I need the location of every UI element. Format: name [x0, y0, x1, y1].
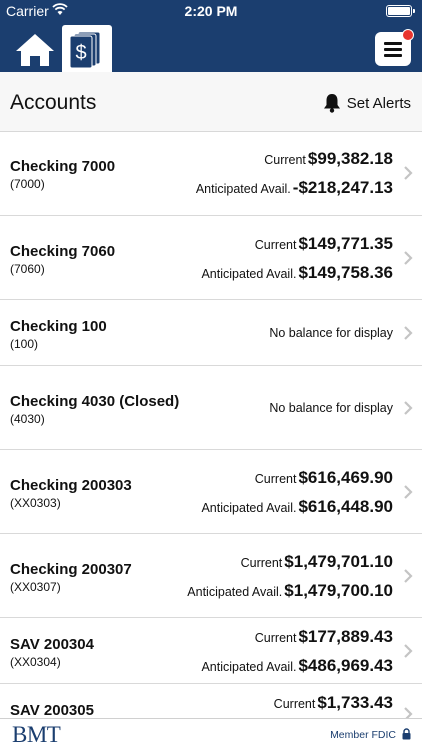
current-amount: $149,771.35	[298, 234, 393, 253]
anticipated-label: Anticipated Avail.	[201, 660, 297, 674]
chevron-right-icon	[404, 326, 413, 340]
account-name: SAV 200304	[10, 636, 94, 653]
anticipated-amount: $486,969.43	[298, 656, 393, 675]
current-amount: $1,733.43	[317, 693, 393, 712]
lock-icon	[402, 728, 411, 740]
chevron-right-icon	[404, 401, 413, 415]
anticipated-label: Anticipated Avail.	[187, 585, 283, 599]
anticipated-amount: $1,479,700.10	[284, 581, 393, 600]
anticipated-label: Anticipated Avail.	[201, 267, 297, 281]
current-label: Current	[254, 472, 297, 486]
notification-dot	[402, 29, 414, 41]
account-number: (4030)	[10, 412, 45, 426]
page-title: Accounts	[10, 91, 97, 114]
anticipated-balance-line: Anticipated Avail. $616,448.90	[201, 497, 393, 517]
current-label: Current	[254, 238, 297, 252]
current-label: Current	[254, 631, 297, 645]
current-label: Current	[264, 153, 306, 167]
account-number: (XX0303)	[10, 496, 61, 510]
account-number: (100)	[10, 337, 39, 351]
bmt-logo: BMT	[12, 722, 61, 747]
current-balance-line: Current $177,889.43	[255, 627, 393, 647]
home-button[interactable]	[14, 32, 56, 68]
current-balance-line: Current $149,771.35	[255, 234, 393, 254]
current-amount: $1,479,701.10	[284, 552, 393, 571]
current-label: Current	[240, 556, 283, 570]
current-amount: $177,889.43	[298, 627, 393, 646]
anticipated-balance-line: Anticipated Avail. $486,969.43	[201, 656, 393, 676]
account-row[interactable]: Checking 200307 (XX0307) Current $1,479,…	[0, 534, 422, 618]
chevron-right-icon	[404, 569, 413, 583]
chevron-right-icon	[404, 166, 413, 180]
account-number: (XX0304)	[10, 655, 61, 669]
current-balance-line: Current $616,469.90	[255, 468, 393, 488]
account-row[interactable]: SAV 200305 Current $1,733.43	[0, 684, 422, 718]
account-row[interactable]: Checking 100 (100) No balance for displa…	[0, 300, 422, 366]
menu-button[interactable]	[375, 29, 414, 66]
status-time: 2:20 PM	[184, 3, 238, 19]
set-alerts-button[interactable]: Set Alerts	[323, 92, 411, 114]
account-row[interactable]: Checking 7060 (7060) Current $149,771.35…	[0, 216, 422, 300]
svg-text:$: $	[75, 42, 86, 64]
chevron-right-icon	[404, 644, 413, 658]
account-name: Checking 7000	[10, 158, 116, 175]
title-bar: Accounts Set Alerts	[0, 72, 422, 132]
account-number: (7060)	[10, 262, 45, 276]
chevron-right-icon	[404, 485, 413, 499]
current-label: Current	[273, 697, 316, 711]
anticipated-balance-line: Anticipated Avail. -$218,247.13	[196, 178, 393, 198]
accounts-list[interactable]: Checking 7000 (7000) Current $99,382.18 …	[0, 132, 422, 718]
current-amount: $99,382.18	[307, 149, 393, 168]
set-alerts-label: Set Alerts	[346, 94, 411, 112]
anticipated-balance-line: Anticipated Avail. $149,758.36	[201, 263, 393, 283]
accounts-tab[interactable]: $	[62, 25, 112, 72]
status-bar: Carrier 2:20 PM	[0, 0, 422, 22]
accounts-icon: $	[69, 31, 101, 69]
current-balance-line: Current $99,382.18	[264, 149, 393, 169]
account-row[interactable]: Checking 200303 (XX0303) Current $616,46…	[0, 450, 422, 534]
footer: BMT Member FDIC	[0, 718, 422, 750]
account-name: Checking 7060	[10, 243, 116, 260]
account-name: Checking 100	[10, 318, 107, 335]
account-name: SAV 200305	[10, 702, 94, 718]
account-name: Checking 200303	[10, 477, 132, 494]
no-balance-text: No balance for display	[269, 401, 393, 415]
current-amount: $616,469.90	[298, 468, 393, 487]
current-balance-line: Current $1,479,701.10	[241, 552, 393, 572]
chevron-right-icon	[404, 251, 413, 265]
anticipated-amount: -$218,247.13	[292, 178, 393, 197]
bell-icon	[323, 94, 340, 113]
account-row[interactable]: Checking 4030 (Closed) (4030) No balance…	[0, 366, 422, 450]
chevron-right-icon	[404, 707, 413, 718]
no-balance-text: No balance for display	[269, 326, 393, 340]
home-icon	[16, 34, 54, 66]
account-name: Checking 4030 (Closed)	[10, 393, 180, 410]
anticipated-amount: $616,448.90	[298, 497, 393, 516]
anticipated-amount: $149,758.36	[298, 263, 393, 282]
account-number: (XX0307)	[10, 580, 61, 594]
anticipated-label: Anticipated Avail.	[201, 501, 297, 515]
account-row[interactable]: Checking 7000 (7000) Current $99,382.18 …	[0, 132, 422, 216]
member-fdic-label: Member FDIC	[330, 729, 396, 741]
current-balance-line: Current $1,733.43	[274, 693, 393, 713]
battery-icon	[386, 5, 415, 17]
account-row[interactable]: SAV 200304 (XX0304) Current $177,889.43 …	[0, 618, 422, 684]
anticipated-balance-line: Anticipated Avail. $1,479,700.10	[187, 581, 393, 601]
account-number: (7000)	[10, 177, 45, 191]
app-header: Carrier 2:20 PM $	[0, 0, 422, 72]
account-name: Checking 200307	[10, 561, 132, 578]
anticipated-label: Anticipated Avail.	[195, 182, 291, 196]
